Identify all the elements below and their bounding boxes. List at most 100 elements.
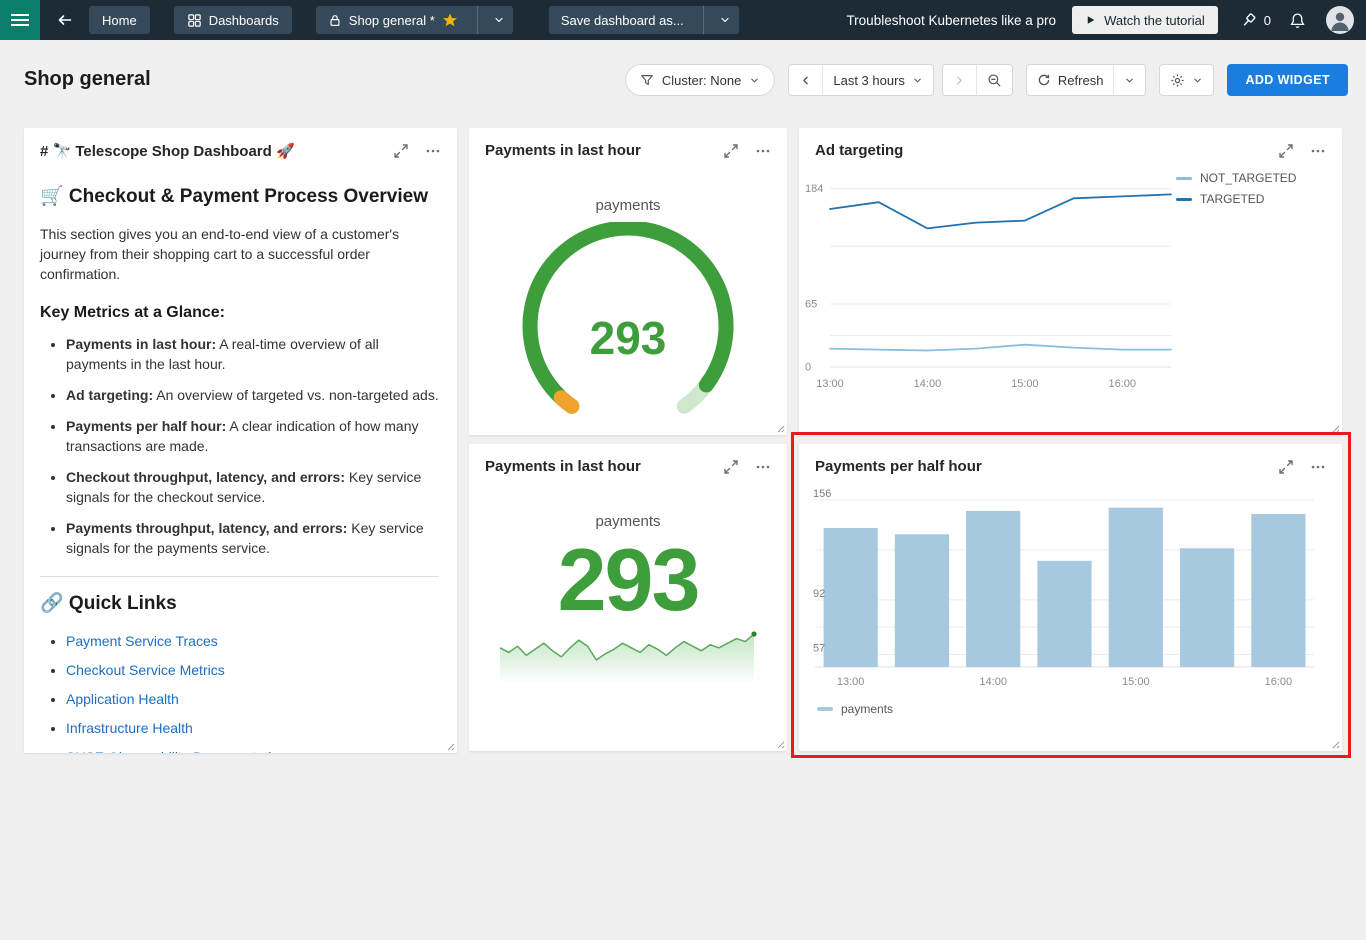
add-widget-button[interactable]: ADD WIDGET — [1227, 64, 1348, 96]
resize-handle[interactable] — [1330, 739, 1340, 749]
time-range-button[interactable]: Last 3 hours — [822, 65, 933, 95]
cluster-filter-button[interactable]: Cluster: None — [625, 64, 775, 96]
watch-tutorial-button[interactable]: Watch the tutorial — [1072, 6, 1218, 34]
home-label: Home — [102, 13, 137, 28]
chevron-down-icon — [749, 75, 760, 86]
widget-menu-icon[interactable] — [1310, 143, 1326, 159]
legend-label: payments — [841, 702, 893, 716]
widget-menu-icon[interactable] — [755, 143, 771, 159]
dashboard-name: Shop general * — [349, 13, 435, 28]
cluster-filter-label: Cluster: None — [662, 73, 741, 88]
quick-link[interactable]: Payment Service Traces — [66, 633, 218, 649]
svg-text:13:00: 13:00 — [837, 676, 865, 688]
svg-text:65: 65 — [805, 298, 817, 310]
dashboard-switcher-chevron[interactable] — [485, 6, 513, 34]
payments-bar-chart: 579215613:0014:0015:0016:00 — [799, 475, 1342, 696]
legend-item[interactable]: TARGETED — [1176, 192, 1314, 206]
svg-text:15:00: 15:00 — [1122, 676, 1150, 688]
widget-payments-number: Payments in last hour payments 293 — [469, 444, 787, 751]
expand-widget-icon[interactable] — [1278, 143, 1294, 159]
time-back-button[interactable] — [789, 65, 822, 95]
dashboards-label: Dashboards — [209, 13, 279, 28]
arrow-left-icon — [56, 12, 73, 28]
widget-menu-icon[interactable] — [1310, 459, 1326, 475]
refresh-button[interactable]: Refresh — [1027, 65, 1114, 95]
markdown-intro: This section gives you an end-to-end vie… — [40, 224, 439, 284]
refresh-group: Refresh — [1026, 64, 1147, 96]
menu-button[interactable] — [0, 0, 40, 40]
metric-value: 293 — [469, 536, 787, 624]
back-button[interactable] — [48, 6, 81, 34]
widget-title: Payments in last hour — [485, 458, 723, 475]
legend-label: NOT_TARGETED — [1200, 171, 1296, 185]
dashboards-button[interactable]: Dashboards — [174, 6, 292, 34]
quick-link-item: SUSE Observability Documentation — [66, 747, 439, 753]
resize-handle[interactable] — [775, 739, 785, 749]
save-dashboard-button[interactable]: Save dashboard as... — [549, 6, 696, 34]
expand-widget-icon[interactable] — [723, 459, 739, 475]
quick-link[interactable]: Application Health — [66, 691, 179, 707]
expand-widget-icon[interactable] — [723, 143, 739, 159]
payments-sparkline — [469, 626, 787, 684]
quick-link[interactable]: Checkout Service Metrics — [66, 662, 225, 678]
quick-link-item: Payment Service Traces — [66, 631, 439, 651]
resize-handle[interactable] — [1330, 423, 1340, 433]
metrics-heading: Key Metrics at a Glance: — [40, 304, 439, 322]
svg-text:16:00: 16:00 — [1265, 676, 1293, 688]
legend-marker — [1176, 198, 1192, 201]
time-range-group: Last 3 hours — [788, 64, 934, 96]
resize-handle[interactable] — [775, 423, 785, 433]
filter-funnel-icon — [640, 73, 654, 87]
payments-gauge-chart: 293 — [469, 222, 787, 424]
time-forward-button[interactable] — [943, 65, 976, 95]
quick-links-list: Payment Service Traces Checkout Service M… — [40, 631, 439, 753]
resize-handle[interactable] — [445, 741, 455, 751]
watch-tutorial-label: Watch the tutorial — [1104, 13, 1205, 28]
ad-targeting-chart: 06518413:0014:0015:0016:00 — [804, 167, 1176, 398]
legend-label: TARGETED — [1200, 192, 1264, 206]
person-icon — [1326, 6, 1354, 34]
chevron-down-icon — [1124, 75, 1135, 86]
markdown-heading: 🛒 Checkout & Payment Process Overview — [40, 184, 439, 208]
series-label: payments — [469, 197, 787, 214]
save-dashboard-label: Save dashboard as... — [561, 13, 684, 28]
legend-item[interactable]: NOT_TARGETED — [1176, 171, 1314, 185]
refresh-interval-chevron[interactable] — [1113, 65, 1145, 95]
pinned-views-button[interactable]: 0 — [1240, 12, 1271, 29]
expand-widget-icon[interactable] — [1278, 459, 1294, 475]
quick-link[interactable]: SUSE Observability Documentation — [66, 749, 287, 753]
dashboard-switcher[interactable]: Shop general * — [316, 6, 513, 34]
chevron-left-icon — [799, 74, 812, 87]
svg-text:293: 293 — [590, 312, 667, 364]
home-button[interactable]: Home — [89, 6, 150, 34]
widget-title: Payments in last hour — [485, 142, 723, 159]
top-navbar: Home Dashboards Shop general * Save dash… — [0, 0, 1366, 40]
dashboard-toolbar: Cluster: None Last 3 hours Refresh — [625, 64, 1348, 96]
favorite-star-icon[interactable] — [442, 12, 458, 28]
notifications-button[interactable] — [1281, 6, 1314, 34]
legend-marker — [1176, 177, 1192, 180]
save-dashboard-chevron[interactable] — [711, 6, 739, 34]
dashboard-settings-button[interactable] — [1160, 65, 1213, 95]
svg-text:92: 92 — [813, 588, 825, 600]
gear-icon — [1170, 73, 1185, 88]
refresh-icon — [1037, 73, 1051, 87]
promo-text: Troubleshoot Kubernetes like a pro — [846, 13, 1056, 28]
svg-text:14:00: 14:00 — [914, 378, 942, 390]
widget-payments-gauge: Payments in last hour payments 293 — [469, 128, 787, 435]
quick-link[interactable]: Infrastructure Health — [66, 720, 193, 736]
widget-menu-icon[interactable] — [425, 143, 441, 159]
chevron-down-icon — [1192, 75, 1203, 86]
chart-legend: NOT_TARGETED TARGETED — [1176, 167, 1314, 398]
zoom-out-button[interactable] — [976, 65, 1012, 95]
divider — [40, 576, 439, 577]
expand-widget-icon[interactable] — [393, 143, 409, 159]
series-label: payments — [469, 513, 787, 530]
svg-text:15:00: 15:00 — [1011, 378, 1039, 390]
quick-link-item: Infrastructure Health — [66, 718, 439, 738]
user-avatar[interactable] — [1326, 6, 1354, 34]
legend-item[interactable]: payments — [817, 702, 893, 716]
widget-menu-icon[interactable] — [755, 459, 771, 475]
metric-bullet: Payments throughput, latency, and errors… — [66, 518, 439, 558]
widget-title: Ad targeting — [815, 142, 1278, 159]
